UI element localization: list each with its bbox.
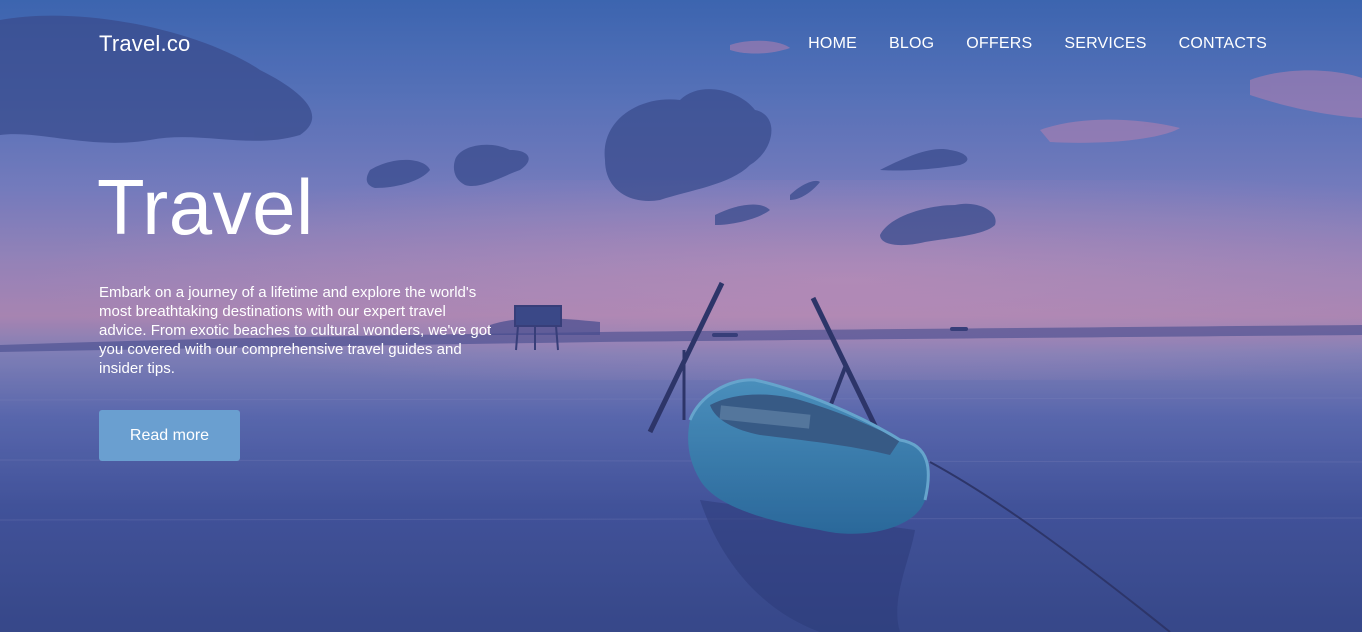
nav-item-services[interactable]: SERVICES (1064, 35, 1146, 53)
hero-description: Embark on a journey of a lifetime and ex… (99, 284, 492, 377)
nav-item-contacts[interactable]: CONTACTS (1179, 35, 1267, 53)
hero-title: Travel (97, 163, 314, 251)
hero-section: Travel.co HOME BLOG OFFERS SERVICES CONT… (0, 0, 1362, 632)
nav-item-blog[interactable]: BLOG (889, 35, 934, 53)
nav-item-offers[interactable]: OFFERS (966, 35, 1032, 53)
navbar: Travel.co HOME BLOG OFFERS SERVICES CONT… (0, 0, 1362, 90)
read-more-button[interactable]: Read more (99, 410, 240, 461)
logo[interactable]: Travel.co (99, 31, 190, 57)
main-nav: HOME BLOG OFFERS SERVICES CONTACTS (808, 35, 1267, 53)
nav-item-home[interactable]: HOME (808, 35, 857, 53)
